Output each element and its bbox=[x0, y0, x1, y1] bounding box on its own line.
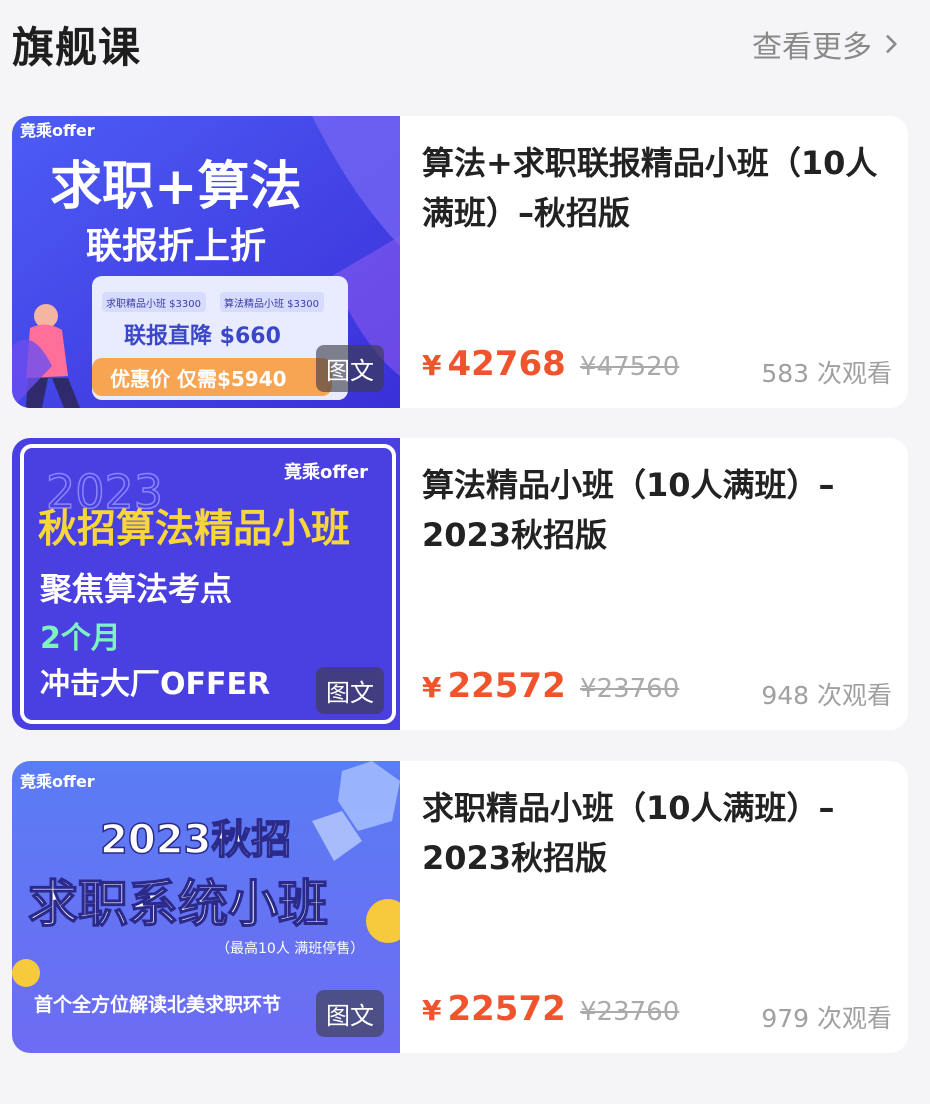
section-header: 旗舰课 查看更多 bbox=[0, 0, 930, 90]
svg-text:2023秋招: 2023秋招 bbox=[100, 817, 291, 863]
course-title[interactable]: 求职精品小班（10人满班）–2023秋招版 bbox=[422, 783, 890, 883]
svg-text:秋招算法精品小班: 秋招算法精品小班 bbox=[38, 507, 350, 552]
svg-text:求职精品小班 $3300: 求职精品小班 $3300 bbox=[106, 297, 201, 310]
course-thumbnail[interactable]: 竟乘offer 2023 秋招算法精品小班 聚焦算法考点 2个月 冲击大厂OFF… bbox=[12, 438, 400, 730]
original-price: ¥23760 bbox=[580, 674, 680, 704]
svg-text:竟乘offer: 竟乘offer bbox=[20, 772, 95, 791]
svg-text:首个全方位解读北美求职环节: 首个全方位解读北美求职环节 bbox=[34, 993, 281, 1016]
view-more-label: 查看更多 bbox=[752, 30, 872, 65]
svg-text:求职+算法: 求职+算法 bbox=[50, 157, 302, 217]
chevron-right-icon bbox=[886, 35, 897, 53]
course-price: ¥22572 bbox=[422, 989, 566, 1029]
section-title: 旗舰课 bbox=[12, 23, 142, 72]
course-card[interactable]: 竟乘offer 2023 秋招算法精品小班 聚焦算法考点 2个月 冲击大厂OFF… bbox=[12, 438, 908, 730]
course-price: ¥22572 bbox=[422, 666, 566, 706]
course-info: 算法精品小班（10人满班）–2023秋招版 ¥22572 ¥23760 948 … bbox=[422, 438, 892, 730]
svg-text:竟乘offer: 竟乘offer bbox=[284, 461, 368, 483]
view-count: 948 次观看 bbox=[761, 681, 892, 710]
svg-text:2个月: 2个月 bbox=[40, 621, 121, 656]
svg-text:优惠价 仅需$5940: 优惠价 仅需$5940 bbox=[110, 367, 287, 391]
svg-text:聚焦算法考点: 聚焦算法考点 bbox=[39, 570, 232, 608]
course-info: 算法+求职联报精品小班（10人满班）–秋招版 ¥42768 ¥47520 583… bbox=[422, 116, 892, 408]
content-type-badge: 图文 bbox=[316, 345, 384, 392]
course-card[interactable]: 竟乘offer 求职+算法 联报折上折 求职精品小班 $3300 算法精品小班 … bbox=[12, 116, 908, 408]
svg-text:算法精品小班 $3300: 算法精品小班 $3300 bbox=[224, 297, 319, 310]
view-more-link[interactable]: 查看更多 bbox=[752, 22, 904, 66]
course-price: ¥42768 bbox=[422, 344, 566, 384]
svg-text:冲击大厂OFFER: 冲击大厂OFFER bbox=[40, 667, 270, 702]
svg-text:求职系统小班: 求职系统小班 bbox=[28, 875, 328, 933]
svg-text:联报折上折: 联报折上折 bbox=[86, 226, 266, 267]
view-count: 583 次观看 bbox=[761, 359, 892, 388]
original-price: ¥23760 bbox=[580, 997, 680, 1027]
original-price: ¥47520 bbox=[580, 352, 680, 382]
course-thumbnail[interactable]: 竟乘offer 2023秋招 求职系统小班 （最高10人 满班停售） 首个全方位… bbox=[12, 761, 400, 1053]
course-title[interactable]: 算法精品小班（10人满班）–2023秋招版 bbox=[422, 460, 890, 560]
svg-text:（最高10人 满班停售）: （最高10人 满班停售） bbox=[216, 940, 364, 957]
course-card[interactable]: 竟乘offer 2023秋招 求职系统小班 （最高10人 满班停售） 首个全方位… bbox=[12, 761, 908, 1053]
course-thumbnail[interactable]: 竟乘offer 求职+算法 联报折上折 求职精品小班 $3300 算法精品小班 … bbox=[12, 116, 400, 408]
view-count: 979 次观看 bbox=[761, 1004, 892, 1033]
content-type-badge: 图文 bbox=[316, 990, 384, 1037]
svg-text:联报直降 $660: 联报直降 $660 bbox=[124, 323, 281, 349]
course-title[interactable]: 算法+求职联报精品小班（10人满班）–秋招版 bbox=[422, 138, 890, 238]
svg-text:竟乘offer: 竟乘offer bbox=[20, 121, 95, 140]
course-info: 求职精品小班（10人满班）–2023秋招版 ¥22572 ¥23760 979 … bbox=[422, 761, 892, 1053]
content-type-badge: 图文 bbox=[316, 667, 384, 714]
